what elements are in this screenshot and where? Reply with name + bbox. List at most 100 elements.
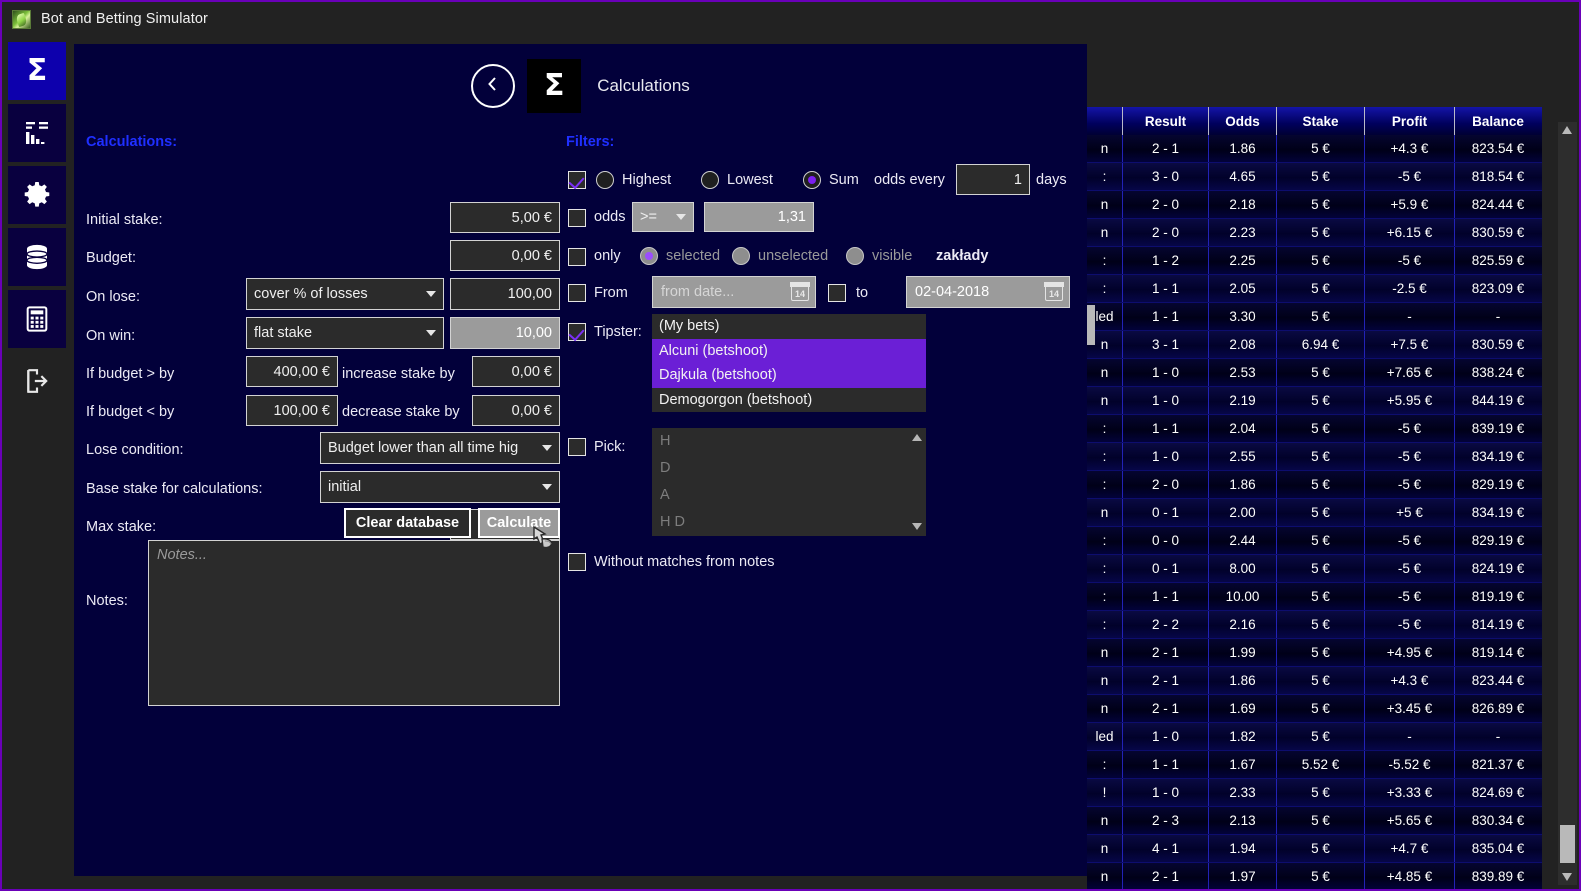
column-header-stake[interactable]: Stake bbox=[1277, 107, 1365, 135]
table-row[interactable]: :2 - 2 2.16 5 € -5 € 814.19 € bbox=[1087, 611, 1542, 639]
table-row[interactable]: n3 - 1 2.08 6.94 € +7.5 €830.59 € bbox=[1087, 331, 1542, 359]
radio-visible[interactable] bbox=[846, 247, 864, 265]
odds-operator-select[interactable]: >= bbox=[632, 202, 694, 232]
highest-label: Highest bbox=[622, 172, 672, 188]
tipster-enable-checkbox[interactable] bbox=[568, 323, 586, 341]
column-header-result[interactable]: Result bbox=[1123, 107, 1209, 135]
to-date-input[interactable]: 02-04-2018 14 bbox=[906, 276, 1070, 308]
table-row[interactable]: ! 1 - 0 2.33 5 € +3.33 € 824.69 € bbox=[1087, 779, 1542, 807]
tipster-list[interactable]: (My bets) Alcuni (betshoot) Dajkula (bet… bbox=[652, 314, 926, 412]
application-window: Bot and Betting Simulator v0.28-alpha bbox=[0, 0, 1581, 891]
radio-lowest[interactable] bbox=[701, 171, 719, 189]
from-date-input[interactable]: from date... 14 bbox=[652, 276, 816, 308]
table-row[interactable]: n2 - 0 2.23 5 € +6.15 € 830.59 € bbox=[1087, 219, 1542, 247]
sidebar-item-database[interactable] bbox=[8, 228, 66, 286]
only-enable-checkbox[interactable] bbox=[568, 248, 586, 266]
to-enable-checkbox[interactable] bbox=[828, 284, 846, 302]
notes-textarea[interactable]: Notes... bbox=[148, 540, 560, 706]
table-row[interactable]: :0 - 1 8.00 5 € -5 € 824.19 € bbox=[1087, 555, 1542, 583]
back-button[interactable] bbox=[471, 64, 516, 108]
sidebar-item-settings[interactable] bbox=[8, 166, 66, 224]
pick-item[interactable]: A bbox=[652, 482, 926, 509]
cell-result: 4 - 1 bbox=[1123, 835, 1209, 862]
pick-list-scrollbar[interactable] bbox=[908, 428, 926, 536]
sidebar-item-statistics[interactable] bbox=[8, 104, 66, 162]
column-header-profit[interactable]: Profit bbox=[1365, 107, 1455, 135]
table-row[interactable]: n1 - 0 2.19 5 € +5.95 € 844.19 € bbox=[1087, 387, 1542, 415]
table-row[interactable]: :1 - 1 2.04 5 € -5 € 839.19 € bbox=[1087, 415, 1542, 443]
table-row[interactable]: n2 - 0 2.18 5 € +5.9 € 824.44 € bbox=[1087, 191, 1542, 219]
table-row[interactable]: led 1 - 1 3.30 5 € - - bbox=[1087, 303, 1542, 331]
tipster-item[interactable]: Demogorgon (betshoot) bbox=[652, 388, 926, 413]
table-row[interactable]: n2 - 3 2.13 5 € +5.65 € 830.34 € bbox=[1087, 807, 1542, 835]
table-row[interactable]: :1 - 1 2.05 5 € -2.5 € 823.09 € bbox=[1087, 275, 1542, 303]
sidebar-item-calculator[interactable] bbox=[8, 290, 66, 348]
decrease-stake-input[interactable]: 0,00 € bbox=[472, 395, 560, 426]
pick-enable-checkbox[interactable] bbox=[568, 438, 586, 456]
scroll-up-arrow-icon[interactable] bbox=[912, 434, 922, 441]
on-win-value-input[interactable]: 10,00 bbox=[450, 317, 560, 349]
tipster-item[interactable]: Alcuni (betshoot) bbox=[652, 338, 926, 363]
table-row[interactable]: :0 - 0 2.44 5 € -5 € 829.19 € bbox=[1087, 527, 1542, 555]
table-row[interactable]: n2 - 1 1.86 5 € +4.3 € 823.54 € bbox=[1087, 135, 1542, 163]
scrollbar-thumb[interactable] bbox=[1560, 825, 1575, 863]
table-row[interactable]: led 1 - 0 1.82 5 € - - bbox=[1087, 723, 1542, 751]
increase-stake-input[interactable]: 0,00 € bbox=[472, 356, 560, 387]
initial-stake-input[interactable]: 5,00 € bbox=[450, 202, 560, 233]
table-row[interactable]: n2 - 1 1.69 5 € +3.45 € 826.89 € bbox=[1087, 695, 1542, 723]
scroll-down-arrow-icon[interactable] bbox=[1562, 873, 1572, 881]
table-row[interactable]: n0 - 1 2.00 5 € +5 € 834.19 € bbox=[1087, 499, 1542, 527]
column-header-odds[interactable]: Odds bbox=[1209, 107, 1277, 135]
tipster-item[interactable]: (My bets) bbox=[652, 314, 926, 339]
sidebar-item-calculations[interactable]: Σ bbox=[8, 42, 66, 100]
table-row[interactable]: :1 - 1 10.00 5 € -5 € 819.19 € bbox=[1087, 583, 1542, 611]
left-panel-scroll-thumb[interactable] bbox=[1087, 305, 1095, 345]
radio-selected[interactable] bbox=[640, 247, 658, 265]
lose-condition-select[interactable]: Budget lower than all time hig bbox=[320, 432, 560, 464]
pick-item[interactable]: D bbox=[652, 455, 926, 482]
sidebar-item-exit[interactable] bbox=[8, 352, 66, 410]
on-win-mode-select[interactable]: flat stake bbox=[246, 317, 444, 349]
table-row[interactable]: :3 - 0 4.65 5 € -5 € 818.54 € bbox=[1087, 163, 1542, 191]
scroll-up-arrow-icon[interactable] bbox=[1562, 126, 1572, 134]
calculate-button[interactable]: Calculate bbox=[478, 508, 560, 538]
odds-every-input[interactable]: 1 bbox=[956, 164, 1030, 195]
pick-item[interactable]: H bbox=[652, 428, 926, 455]
table-row[interactable]: n2 - 1 1.97 5 € +4.85 € 839.89 € bbox=[1087, 863, 1542, 889]
table-row[interactable]: :1 - 1 1.67 5.52 € -5.52 € 821.37 € bbox=[1087, 751, 1542, 779]
without-notes-checkbox[interactable] bbox=[568, 553, 586, 571]
odds-enable-checkbox[interactable] bbox=[568, 209, 586, 227]
column-header-status[interactable] bbox=[1087, 107, 1123, 135]
table-row[interactable]: :2 - 0 1.86 5 € -5 € 829.19 € bbox=[1087, 471, 1542, 499]
budget-input[interactable]: 0,00 € bbox=[450, 240, 560, 271]
table-row[interactable]: n1 - 0 2.53 5 € +7.65 € 838.24 € bbox=[1087, 359, 1542, 387]
pick-item[interactable]: H D bbox=[652, 509, 926, 536]
from-enable-checkbox[interactable] bbox=[568, 284, 586, 302]
on-lose-mode-select[interactable]: cover % of losses bbox=[246, 278, 444, 310]
if-budget-less-input[interactable]: 100,00 € bbox=[246, 395, 338, 426]
cell-profit: +4.7 € bbox=[1365, 835, 1455, 862]
table-row[interactable]: n2 - 1 1.99 5 € +4.95 € 819.14 € bbox=[1087, 639, 1542, 667]
gear-icon bbox=[22, 180, 52, 210]
clear-database-button[interactable]: Clear database bbox=[344, 508, 471, 538]
column-header-balance[interactable]: Balance bbox=[1455, 107, 1541, 135]
table-row[interactable]: :1 - 2 2.25 5 € -5 € 825.59 € bbox=[1087, 247, 1542, 275]
if-budget-greater-input[interactable]: 400,00 € bbox=[246, 356, 338, 387]
tipster-item[interactable]: Dajkula (betshoot) bbox=[652, 363, 926, 388]
base-stake-select[interactable]: initial bbox=[320, 471, 560, 503]
leaf-app-icon bbox=[12, 9, 31, 29]
scroll-down-arrow-icon[interactable] bbox=[912, 523, 922, 530]
table-scrollbar[interactable] bbox=[1558, 122, 1577, 885]
radio-highest[interactable] bbox=[596, 171, 614, 189]
radio-sum[interactable] bbox=[803, 171, 821, 189]
on-lose-value-input[interactable]: 100,00 bbox=[450, 278, 560, 310]
odds-value-input[interactable]: 1,31 bbox=[704, 202, 814, 232]
aggregate-enable-checkbox[interactable] bbox=[568, 171, 586, 189]
cell-stake: 5 € bbox=[1277, 695, 1365, 722]
radio-unselected[interactable] bbox=[732, 247, 750, 265]
table-row[interactable]: n4 - 1 1.94 5 € +4.7 € 835.04 € bbox=[1087, 835, 1542, 863]
cell-status: n bbox=[1087, 387, 1123, 414]
table-row[interactable]: :1 - 0 2.55 5 € -5 € 834.19 € bbox=[1087, 443, 1542, 471]
pick-list[interactable]: H D A H D bbox=[652, 428, 926, 536]
table-row[interactable]: n2 - 1 1.86 5 € +4.3 € 823.44 € bbox=[1087, 667, 1542, 695]
